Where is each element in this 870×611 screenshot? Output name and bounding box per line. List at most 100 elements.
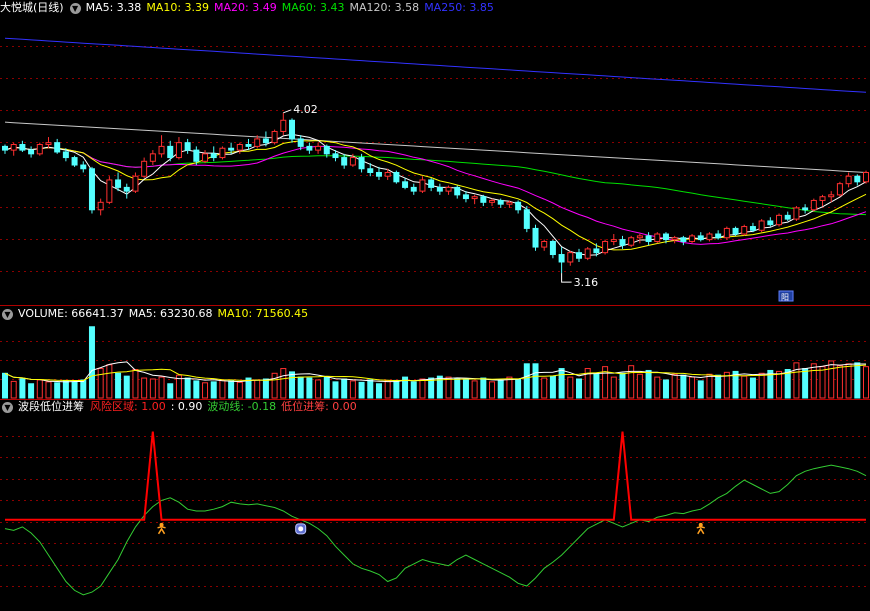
candle-body	[784, 214, 791, 220]
candle-body	[123, 186, 130, 192]
candle-body	[254, 138, 261, 147]
candle-body	[71, 157, 78, 166]
candle-body	[854, 175, 861, 183]
candle-body	[149, 153, 156, 162]
candle-body	[358, 157, 365, 170]
ma-legend-item-1: MA10: 3.39	[146, 1, 210, 14]
candle-body	[689, 235, 696, 242]
volume-bar	[619, 372, 626, 399]
chevron-down-icon[interactable]: ▼	[2, 401, 13, 413]
indicator-title: 波段低位进筹	[18, 400, 84, 413]
candle-body	[367, 168, 374, 173]
volume-bar	[193, 380, 200, 399]
candle-body	[332, 153, 339, 159]
candle-body	[106, 179, 113, 203]
chevron-down-icon[interactable]: ▼	[69, 2, 81, 14]
candle-body	[132, 175, 139, 192]
stock-title: 大悦城(日线)	[0, 1, 64, 14]
volume-bar	[636, 373, 643, 399]
volume-legend: ▼ VOLUME: 66641.37 MA5: 63230.68 MA10: 7156…	[0, 307, 313, 321]
candle-body	[45, 142, 52, 146]
ma5-line	[4, 133, 867, 256]
volume-bar	[323, 376, 330, 399]
candle-body	[749, 226, 756, 231]
volume-bar	[306, 377, 313, 399]
candle-body	[758, 220, 765, 231]
candle-body	[236, 144, 243, 151]
chevron-down-icon[interactable]: ▼	[2, 308, 13, 320]
candle-body	[767, 220, 774, 226]
volume-bar	[115, 372, 122, 399]
volume-bar	[132, 369, 139, 399]
volume-bar	[715, 374, 722, 399]
volume-bar	[793, 362, 800, 399]
candle-body	[445, 186, 452, 192]
candle-body	[341, 157, 348, 166]
candle-body	[515, 201, 522, 211]
volume-bar	[384, 380, 391, 399]
volume-bar	[219, 379, 226, 399]
candle-body	[384, 171, 391, 177]
volume-bar	[758, 372, 765, 399]
volume-bar	[802, 368, 809, 399]
candle-body	[36, 144, 43, 155]
volume-bar	[54, 382, 61, 399]
volume-bar	[10, 380, 17, 399]
ma250-line	[4, 37, 867, 93]
indicator-legend: ▼ 波段低位进筹 风险区域: 1.00: 0.90 波动线: -0.18 低位进筹: 0…	[0, 400, 362, 414]
candle-body	[454, 186, 461, 196]
volume-bar	[141, 377, 148, 399]
candle-body	[184, 142, 191, 151]
candle-body	[628, 237, 635, 246]
indicator-legend-item-0: 风险区域: 1.00	[90, 400, 166, 413]
candle-body	[680, 237, 687, 242]
volume-bar	[819, 366, 826, 399]
candle-body	[202, 153, 209, 162]
buy-person-icon	[157, 522, 166, 535]
candle-body	[863, 171, 869, 183]
candle-body	[306, 145, 313, 151]
candle-body	[793, 207, 800, 220]
volume-bar	[506, 376, 513, 399]
candle-body	[567, 252, 574, 263]
ma-legend-item-5: MA250: 3.85	[424, 1, 494, 14]
candle-body	[836, 183, 843, 196]
candle-body	[410, 186, 417, 192]
candle-body	[280, 119, 287, 132]
candle-body	[671, 237, 678, 241]
volume-bar	[289, 371, 295, 399]
cup-icon	[295, 523, 307, 535]
volume-bar	[523, 363, 530, 399]
volume-bar	[845, 363, 852, 399]
ma120-line	[4, 121, 867, 173]
chart-canvas[interactable]: 4.02 3.16 阳	[0, 0, 870, 611]
candle-body	[619, 239, 626, 246]
candle-body	[645, 235, 652, 242]
candle-body	[262, 138, 269, 144]
volume-bar	[558, 368, 565, 399]
candle-body	[576, 252, 582, 259]
indicator-legend-item-2: 波动线: -0.18	[207, 400, 277, 413]
volume-bar	[645, 369, 652, 399]
volume-bar	[810, 363, 817, 399]
volume-bar	[28, 383, 35, 399]
volume-bar	[462, 379, 469, 399]
candle-body	[289, 119, 295, 140]
candle-body	[323, 145, 330, 155]
candle-body	[88, 168, 95, 211]
candle-body	[845, 175, 852, 185]
volume-bar	[228, 380, 235, 399]
candle-body	[506, 201, 513, 205]
candle-body	[810, 199, 817, 211]
volume-bar	[97, 368, 104, 399]
candle-body	[436, 186, 443, 192]
volume-legend-item-1: MA5: 63230.68	[128, 307, 213, 320]
volume-bar	[88, 326, 95, 399]
volume-bar	[80, 379, 87, 399]
candle-body	[375, 171, 382, 177]
low-marker	[561, 273, 572, 283]
volume-bar	[419, 378, 426, 399]
candle-body	[219, 147, 226, 159]
volume-bar	[297, 376, 304, 399]
volume-legend-item-0: VOLUME: 66641.37	[18, 307, 124, 320]
